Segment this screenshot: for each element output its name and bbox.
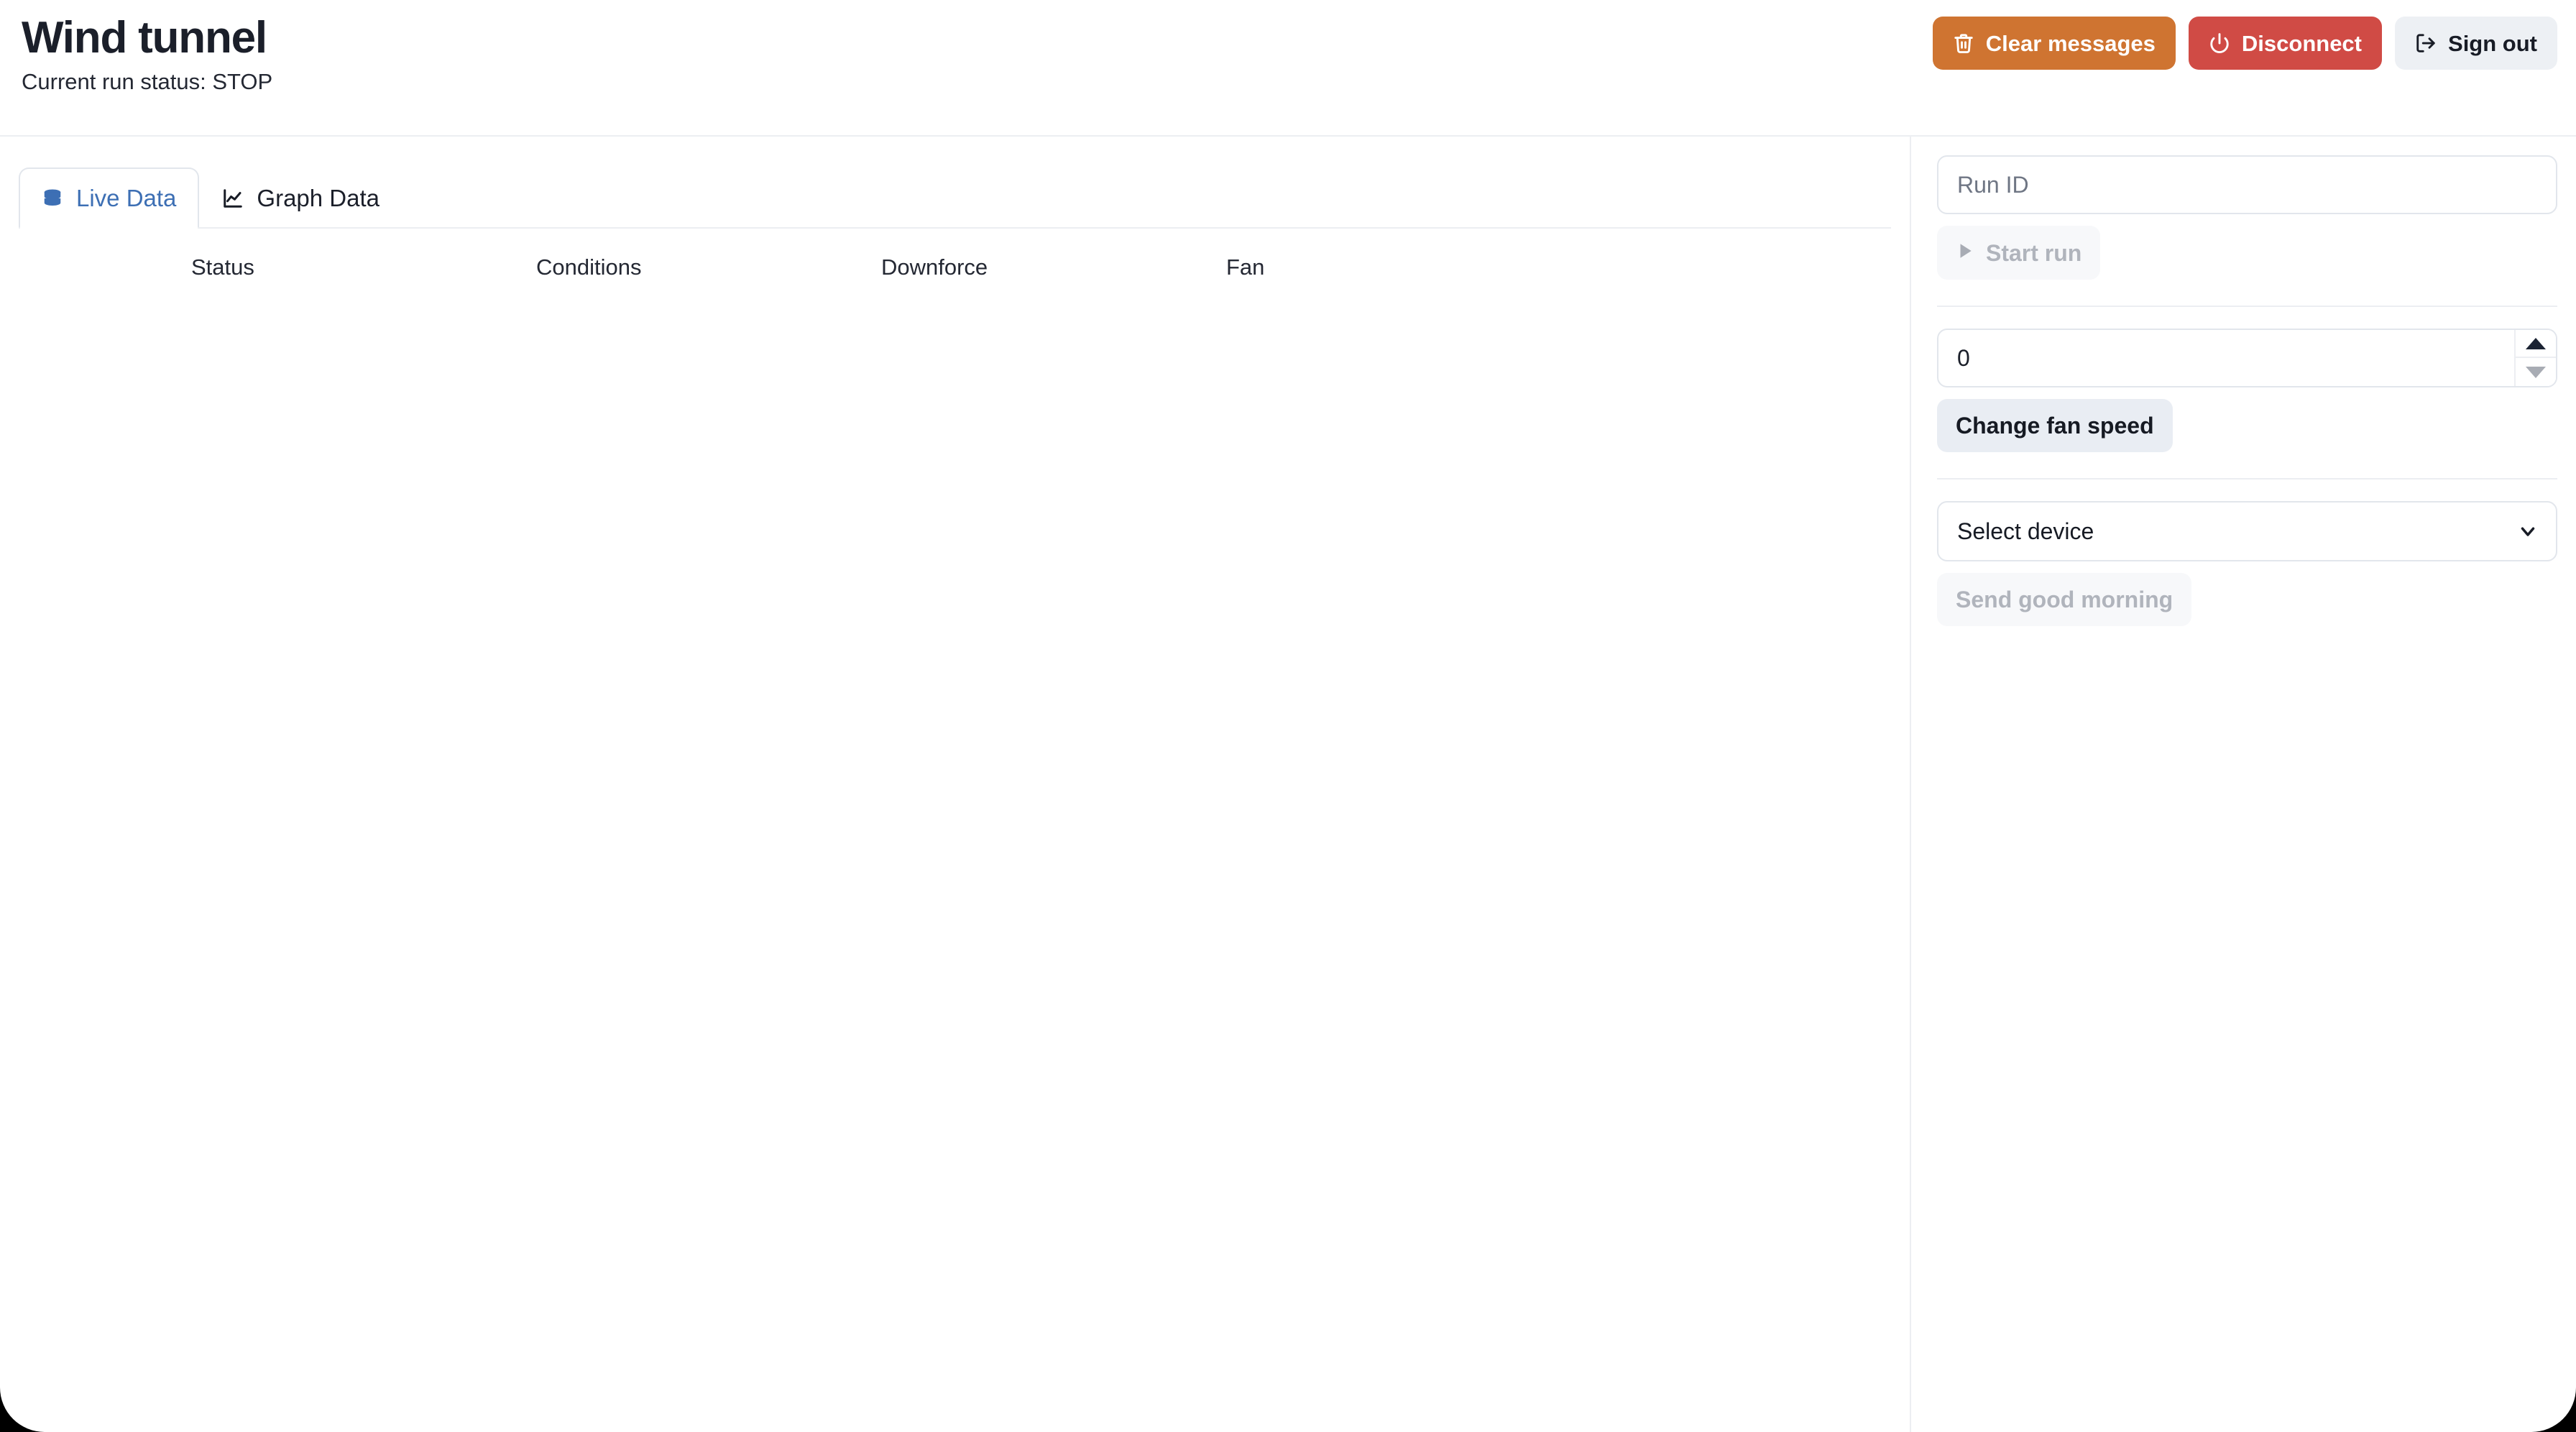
tab-graph-data-label: Graph Data bbox=[257, 185, 380, 211]
play-icon bbox=[1956, 241, 1974, 265]
disconnect-label: Disconnect bbox=[2241, 30, 2363, 56]
tab-bar: Live Data Graph Data bbox=[19, 167, 1891, 229]
start-run-label: Start run bbox=[1986, 239, 2082, 266]
column-header-conditions: Conditions bbox=[536, 254, 642, 280]
database-icon bbox=[42, 188, 63, 209]
trash-icon bbox=[1953, 32, 1974, 55]
fan-speed-decrement-button[interactable] bbox=[2516, 358, 2556, 386]
change-fan-speed-button[interactable]: Change fan speed bbox=[1937, 399, 2173, 452]
header-actions: Clear messages Disconnect Sign out bbox=[1932, 17, 2557, 70]
caret-down-icon bbox=[2526, 366, 2546, 378]
line-chart-icon bbox=[222, 188, 244, 209]
fan-speed-input[interactable] bbox=[1937, 329, 2557, 387]
live-data-table: Status Conditions Downforce Fan bbox=[19, 230, 1891, 302]
disconnect-button[interactable]: Disconnect bbox=[2188, 17, 2383, 70]
power-icon bbox=[2209, 32, 2230, 55]
column-header-fan: Fan bbox=[1226, 254, 1265, 280]
sign-out-button[interactable]: Sign out bbox=[2395, 17, 2557, 70]
device-select-wrap: Select device bbox=[1937, 501, 2557, 561]
sidebar-divider-1 bbox=[1937, 306, 2557, 307]
send-good-morning-label: Send good morning bbox=[1956, 587, 2174, 612]
tab-graph-data[interactable]: Graph Data bbox=[199, 167, 402, 227]
browser-viewport: Wind tunnel Current run status: STOP Cle… bbox=[0, 0, 2576, 1432]
caret-up-icon bbox=[2526, 337, 2546, 349]
run-status-text: Current run status: STOP bbox=[22, 69, 273, 95]
start-run-button[interactable]: Start run bbox=[1937, 226, 2101, 280]
page-title: Wind tunnel bbox=[22, 13, 267, 63]
clear-messages-label: Clear messages bbox=[1985, 30, 2156, 56]
fan-speed-increment-button[interactable] bbox=[2516, 330, 2556, 358]
main-content: Live Data Graph Data Status Conditions D… bbox=[0, 137, 1910, 1432]
sidebar-divider-2 bbox=[1937, 478, 2557, 479]
clear-messages-button[interactable]: Clear messages bbox=[1932, 17, 2176, 70]
column-header-status: Status bbox=[191, 254, 254, 280]
tab-live-data-label: Live Data bbox=[76, 185, 177, 211]
tab-live-data[interactable]: Live Data bbox=[19, 167, 200, 229]
control-sidebar: Start run Change fan speed bbox=[1910, 137, 2576, 1432]
fan-speed-spinner bbox=[2514, 330, 2556, 386]
run-id-input[interactable] bbox=[1937, 155, 2557, 214]
sign-out-label: Sign out bbox=[2448, 30, 2537, 56]
device-select-value: Select device bbox=[1957, 518, 2094, 544]
column-header-downforce: Downforce bbox=[881, 254, 988, 280]
send-good-morning-button[interactable]: Send good morning bbox=[1937, 573, 2192, 626]
page-header: Wind tunnel Current run status: STOP Cle… bbox=[0, 0, 2576, 137]
logout-icon bbox=[2415, 32, 2437, 55]
table-head: Status Conditions Downforce Fan bbox=[19, 230, 1891, 302]
title-block: Wind tunnel Current run status: STOP bbox=[22, 13, 272, 95]
fan-speed-stepper bbox=[1937, 329, 2557, 387]
change-fan-speed-label: Change fan speed bbox=[1956, 413, 2154, 439]
table-header-row: Status Conditions Downforce Fan bbox=[19, 230, 1891, 302]
page-body: Live Data Graph Data Status Conditions D… bbox=[0, 137, 2576, 1432]
device-select[interactable]: Select device bbox=[1937, 501, 2557, 561]
